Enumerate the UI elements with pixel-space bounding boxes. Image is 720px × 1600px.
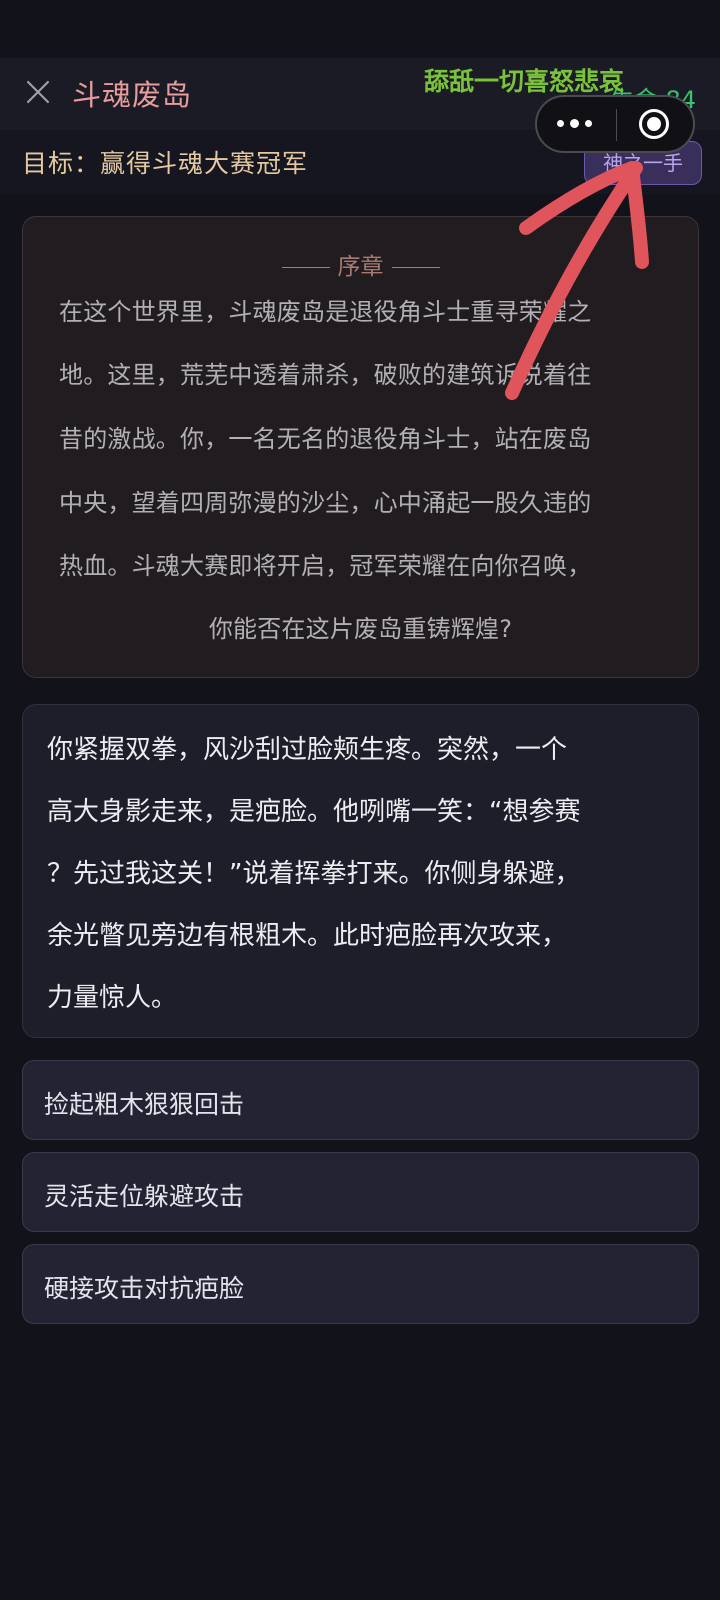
prologue-line: 地。这里，荒芜中透着肃杀，破败的建筑诉说着往 <box>59 361 592 389</box>
prologue-heading-label: 序章 <box>337 254 384 280</box>
prologue-line: 中央，望着四周弥漫的沙尘，心中涌起一股久违的 <box>59 489 592 517</box>
choice-label: 灵活走位躲避攻击 <box>44 1182 245 1211</box>
target-icon[interactable] <box>617 97 695 151</box>
prologue-line: 在这个世界里，斗魂废岛是退役角斗士重寻荣耀之 <box>59 298 592 326</box>
story-line: ？先过我这关！”说着挥拳打来。你侧身躲避， <box>47 859 581 889</box>
story-line: 力量惊人。 <box>47 983 178 1013</box>
prologue-heading: 序章 <box>23 247 698 281</box>
story-line: 你紧握双拳，风沙刮过脸颊生疼。突然，一个 <box>47 735 568 765</box>
prologue-line: 你能否在这片废岛重铸辉煌? <box>208 615 513 643</box>
prologue-card: 序章 在这个世界里，斗魂废岛是退役角斗士重寻荣耀之 地。这里，荒芜中透着肃杀，破… <box>22 216 699 678</box>
page-title: 斗魂废岛 <box>72 78 193 112</box>
prologue-line: 昔的激战。你，一名无名的退役角斗士，站在废岛 <box>59 425 592 453</box>
story-line: 余光瞥见旁边有根粗木。此时疤脸再次攻来， <box>47 921 568 951</box>
close-icon[interactable] <box>20 74 56 110</box>
story-line: 高大身影走来，是疤脸。他咧嘴一笑：“想参赛 <box>47 797 581 827</box>
more-dots-icon[interactable] <box>537 97 616 151</box>
choice-label: 捡起粗木狠狠回击 <box>44 1090 245 1119</box>
prologue-line: 热血。斗魂大赛即将开启，冠军荣耀在向你召唤， <box>59 552 592 580</box>
mini-program-capsule <box>535 95 695 153</box>
choice-label: 硬接攻击对抗疤脸 <box>44 1274 245 1303</box>
goal-text: 目标：赢得斗魂大赛冠军 <box>22 149 309 178</box>
story-card: 你紧握双拳，风沙刮过脸颊生疼。突然，一个 高大身影走来，是疤脸。他咧嘴一笑：“想… <box>22 704 699 1038</box>
choice-button-2[interactable]: 灵活走位躲避攻击 <box>22 1152 699 1232</box>
choice-button-3[interactable]: 硬接攻击对抗疤脸 <box>22 1244 699 1324</box>
watermark-text: 舔舐一切喜怒悲哀 <box>424 67 625 96</box>
choice-button-1[interactable]: 捡起粗木狠狠回击 <box>22 1060 699 1140</box>
